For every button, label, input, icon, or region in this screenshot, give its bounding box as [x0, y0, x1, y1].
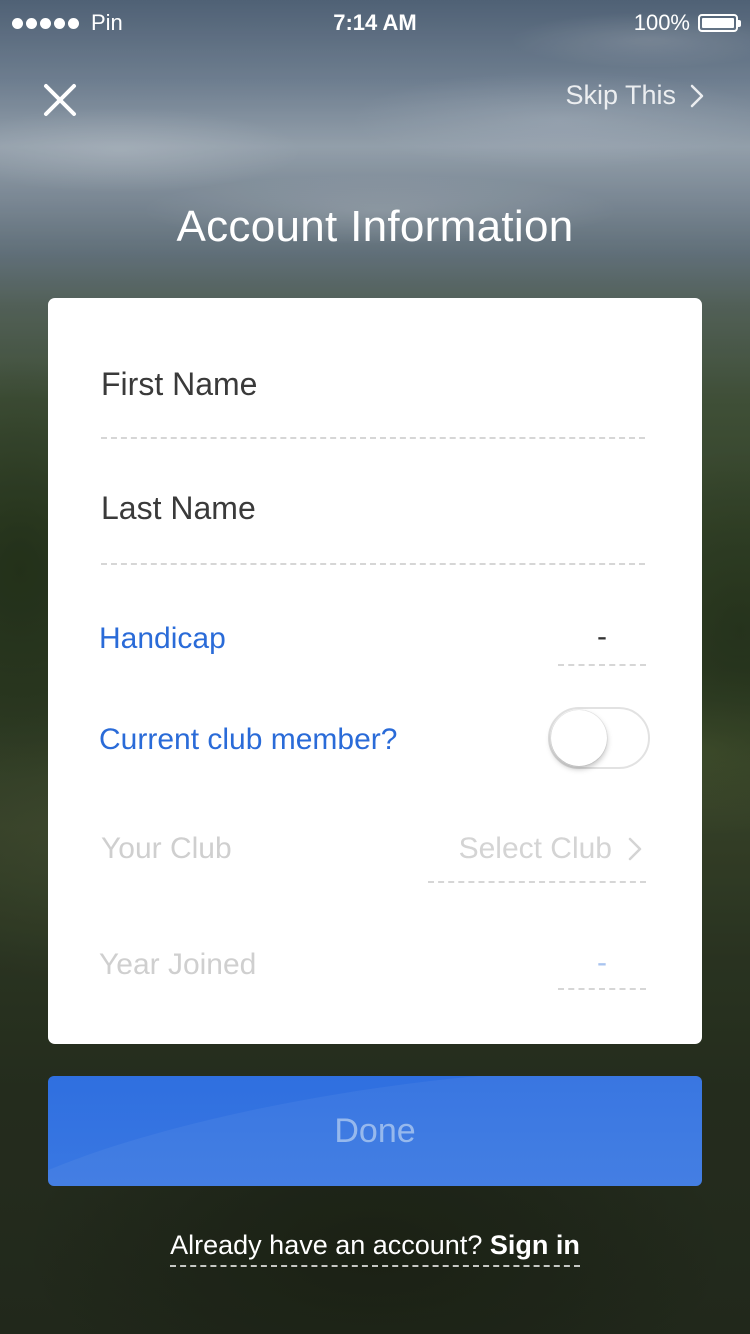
signin-prompt: Already have an account? Sign in [0, 1230, 750, 1267]
year-joined-value[interactable]: - [558, 946, 646, 980]
page-title: Account Information [176, 202, 574, 251]
screen: Pin 7:14 AM 100% Skip This Account Infor… [0, 0, 750, 1334]
battery-status: 100% [633, 10, 741, 36]
done-button[interactable]: Done [48, 1076, 702, 1186]
battery-icon [698, 14, 741, 32]
toggle-knob [551, 710, 607, 766]
first-name-underline [101, 437, 645, 439]
last-name-underline [101, 563, 645, 565]
your-club-label: Your Club [101, 832, 232, 865]
skip-button[interactable]: Skip This [565, 80, 704, 111]
year-joined-label: Year Joined [99, 948, 257, 981]
handicap-label: Handicap [99, 622, 226, 655]
close-button[interactable] [38, 78, 82, 122]
done-label: Done [334, 1111, 416, 1150]
select-club-button[interactable]: Select Club [459, 832, 642, 866]
chevron-right-icon [690, 84, 704, 107]
club-member-toggle[interactable] [548, 707, 650, 769]
club-member-label: Current club member? [99, 723, 398, 756]
sign-in-link[interactable]: Sign in [490, 1230, 580, 1260]
last-name-field[interactable]: Last Name [101, 490, 256, 527]
chevron-right-icon [628, 837, 642, 861]
first-name-field[interactable]: First Name [101, 366, 257, 403]
handicap-underline [558, 664, 646, 666]
handicap-value[interactable]: - [558, 620, 646, 654]
select-club-underline [428, 881, 646, 883]
close-icon [44, 84, 76, 116]
account-form-card: First Name Last Name Handicap - Current … [48, 298, 702, 1044]
skip-label: Skip This [565, 80, 676, 110]
battery-percent: 100% [633, 10, 690, 35]
year-joined-underline [558, 988, 646, 990]
status-bar: Pin 7:14 AM 100% [0, 0, 750, 44]
select-club-value: Select Club [458, 832, 612, 865]
signin-prompt-text: Already have an account? [170, 1230, 483, 1260]
